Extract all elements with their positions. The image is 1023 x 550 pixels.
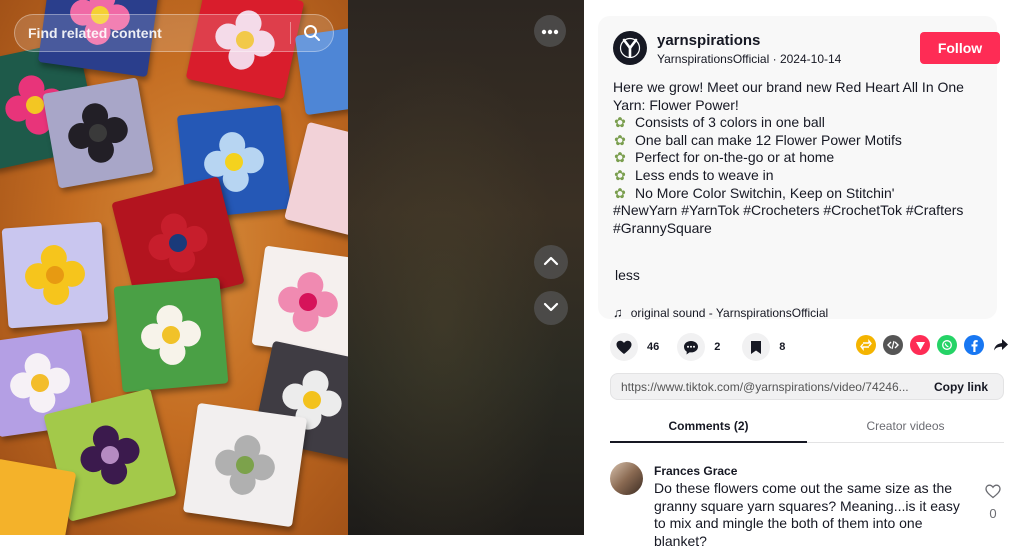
video-detail-panel: yarnspirations YarnspirationsOfficial · … — [584, 0, 1023, 549]
meta-separator: · — [769, 52, 780, 66]
flower-emoji-icon: ✿ — [614, 149, 626, 166]
bullet-text: Less ends to weave in — [635, 166, 774, 183]
description-bullet: ✿ Less ends to weave in — [613, 167, 993, 185]
tab-creator-videos[interactable]: Creator videos — [807, 411, 1004, 442]
granny-square — [113, 277, 229, 393]
original-sound-link[interactable]: ♫ original sound - YarnspirationsOfficia… — [613, 305, 828, 320]
flower-emoji-icon: ✿ — [614, 184, 626, 201]
embed-icon[interactable] — [883, 335, 903, 355]
description-hashtags[interactable]: #NewYarn #YarnTok #Crocheters #CrochetTo… — [613, 202, 993, 237]
follow-button[interactable]: Follow — [920, 32, 1000, 64]
description-bullet: ✿ No More Color Switchin, Keep on Stitchi… — [613, 185, 993, 203]
avatar[interactable] — [613, 31, 647, 65]
granny-square — [182, 402, 308, 528]
comment-like-count: 0 — [989, 506, 997, 521]
chevron-up-icon — [543, 253, 559, 271]
comment-icon — [677, 333, 706, 361]
facebook-icon[interactable] — [964, 335, 984, 355]
video-player[interactable] — [0, 0, 584, 535]
granny-square — [1, 221, 109, 329]
tab-comments[interactable]: Comments (2) — [610, 411, 807, 443]
comment-like-button[interactable]: 0 — [983, 484, 1003, 521]
avatar[interactable] — [610, 462, 643, 495]
search-bar[interactable] — [14, 14, 334, 52]
flower-emoji-icon: ✿ — [614, 131, 626, 148]
save-count: 8 — [779, 341, 786, 353]
show-less-link[interactable]: less — [615, 267, 640, 283]
heart-icon — [610, 333, 638, 361]
flower-emoji-icon: ✿ — [614, 166, 626, 183]
search-icon[interactable] — [291, 14, 333, 52]
video-link-row: https://www.tiktok.com/@yarnspirations/v… — [610, 373, 1004, 400]
send-icon[interactable] — [910, 335, 930, 355]
bullet-text: Perfect for on-the-go or at home — [635, 149, 835, 166]
bookmark-icon — [742, 333, 771, 361]
heart-outline-icon — [985, 484, 1001, 503]
more-horizontal-icon — [541, 22, 559, 40]
description-card: yarnspirations YarnspirationsOfficial · … — [598, 16, 1000, 320]
post-date: 2024-10-14 — [779, 52, 842, 66]
description-bullet: ✿ One ball can make 12 Flower Power Motif… — [613, 132, 993, 150]
video-description: Here we grow! Meet our brand new Red Hea… — [613, 79, 993, 237]
flower-emoji-icon: ✿ — [614, 114, 626, 131]
comment-tabs: Comments (2) Creator videos — [610, 411, 1004, 443]
like-button[interactable]: 46 — [610, 333, 659, 361]
bullet-text: Consists of 3 colors in one ball — [635, 114, 825, 131]
search-input[interactable] — [15, 25, 290, 41]
comment-author[interactable]: Frances Grace — [654, 464, 737, 478]
author-meta: YarnspirationsOfficial · 2024-10-14 — [657, 52, 841, 66]
description-bullet: ✿ Consists of 3 colors in one ball — [613, 114, 993, 132]
description-bullet: ✿ Perfect for on-the-go or at home — [613, 149, 993, 167]
share-options — [849, 335, 1011, 355]
chevron-down-icon — [543, 299, 559, 317]
granny-square — [284, 121, 348, 239]
author-username[interactable]: yarnspirations — [657, 32, 760, 49]
sound-label: original sound - YarnspirationsOfficial — [630, 305, 829, 320]
bullet-text: No More Color Switchin, Keep on Stitchin… — [635, 184, 895, 201]
granny-square — [42, 77, 154, 189]
repost-icon[interactable] — [856, 335, 876, 355]
next-video-button[interactable] — [534, 291, 568, 325]
share-arrow-icon[interactable] — [991, 335, 1011, 355]
save-button[interactable]: 8 — [742, 333, 789, 361]
copy-link-button[interactable]: Copy link — [919, 380, 1003, 394]
description-intro: Here we grow! Meet our brand new Red Hea… — [613, 79, 964, 113]
video-url[interactable]: https://www.tiktok.com/@yarnspirations/v… — [611, 380, 919, 394]
previous-video-button[interactable] — [534, 245, 568, 279]
comment-count: 2 — [714, 341, 721, 353]
video-frame — [0, 0, 348, 535]
music-note-icon: ♫ — [613, 305, 623, 320]
comment-button[interactable]: 2 — [677, 333, 724, 361]
granny-square — [0, 458, 77, 535]
like-count: 46 — [647, 341, 660, 353]
bullet-text: One ball can make 12 Flower Power Motifs — [635, 131, 902, 148]
author-nickname[interactable]: YarnspirationsOfficial — [657, 52, 769, 66]
comment-text: Do these flowers come out the same size … — [654, 480, 960, 549]
whatsapp-icon[interactable] — [937, 335, 957, 355]
granny-square — [251, 245, 348, 359]
more-options-button[interactable] — [534, 15, 566, 47]
engagement-actions: 46 2 8 — [610, 333, 807, 361]
